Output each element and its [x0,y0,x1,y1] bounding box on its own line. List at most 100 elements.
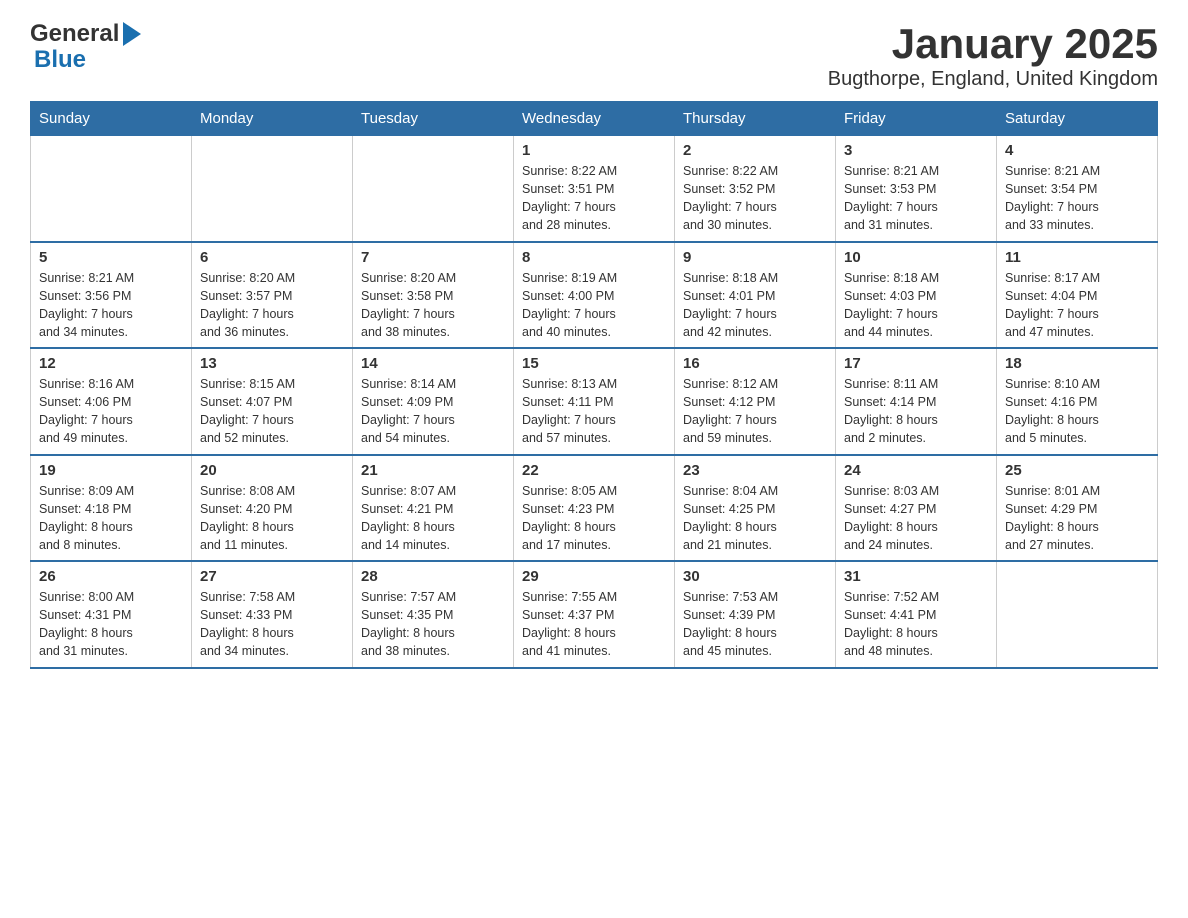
day-info: Sunrise: 8:08 AM Sunset: 4:20 PM Dayligh… [200,482,344,555]
day-number: 22 [522,462,666,479]
day-info: Sunrise: 8:10 AM Sunset: 4:16 PM Dayligh… [1005,375,1149,448]
day-info: Sunrise: 8:20 AM Sunset: 3:57 PM Dayligh… [200,269,344,342]
calendar-cell: 3 Sunrise: 8:21 AM Sunset: 3:53 PM Daylig… [836,136,997,242]
calendar-cell: 18Sunrise: 8:10 AM Sunset: 4:16 PM Dayli… [997,348,1158,455]
calendar-cell: 29Sunrise: 7:55 AM Sunset: 4:37 PM Dayli… [514,561,675,668]
day-info: Sunrise: 8:14 AM Sunset: 4:09 PM Dayligh… [361,375,505,448]
logo-arrow-icon [123,22,141,46]
day-info: Sunrise: 8:11 AM Sunset: 4:14 PM Dayligh… [844,375,988,448]
day-info: Sunrise: 8:21 AM Sunset: 3:56 PM Dayligh… [39,269,183,342]
day-info: Sunrise: 8:15 AM Sunset: 4:07 PM Dayligh… [200,375,344,448]
calendar-cell: 15 Sunrise: 8:13 AM Sunset: 4:11 PM Dayli… [514,348,675,455]
calendar-cell: 11Sunrise: 8:17 AM Sunset: 4:04 PM Dayli… [997,242,1158,349]
day-number: 15 [522,355,666,372]
calendar-cell: 30 Sunrise: 7:53 AM Sunset: 4:39 PM Dayli… [675,561,836,668]
day-number: 5 [39,249,183,266]
week-row-1: 1 Sunrise: 8:22 AM Sunset: 3:51 PM Daylig… [31,136,1158,242]
day-number: 30 [683,568,827,585]
day-header-monday: Monday [192,102,353,136]
day-info: Sunrise: 7:55 AM Sunset: 4:37 PM Dayligh… [522,588,666,661]
day-info: Sunrise: 8:22 AM Sunset: 3:52 PM Dayligh… [683,162,827,235]
calendar-cell: 1 Sunrise: 8:22 AM Sunset: 3:51 PM Daylig… [514,136,675,242]
day-info: Sunrise: 8:21 AM Sunset: 3:53 PM Dayligh… [844,162,988,235]
day-info: Sunrise: 8:21 AM Sunset: 3:54 PM Dayligh… [1005,162,1149,235]
calendar-cell [353,136,514,242]
page-title: January 2025 [828,20,1158,68]
day-number: 12 [39,355,183,372]
day-number: 9 [683,249,827,266]
day-number: 13 [200,355,344,372]
day-number: 6 [200,249,344,266]
day-header-tuesday: Tuesday [353,102,514,136]
calendar-cell: 28 Sunrise: 7:57 AM Sunset: 4:35 PM Dayli… [353,561,514,668]
day-info: Sunrise: 8:19 AM Sunset: 4:00 PM Dayligh… [522,269,666,342]
day-number: 24 [844,462,988,479]
day-number: 17 [844,355,988,372]
day-info: Sunrise: 8:03 AM Sunset: 4:27 PM Dayligh… [844,482,988,555]
calendar-table: SundayMondayTuesdayWednesdayThursdayFrid… [30,101,1158,669]
day-number: 4 [1005,142,1149,159]
day-header-saturday: Saturday [997,102,1158,136]
calendar-cell: 13 Sunrise: 8:15 AM Sunset: 4:07 PM Dayli… [192,348,353,455]
calendar-cell: 5 Sunrise: 8:21 AM Sunset: 3:56 PM Daylig… [31,242,192,349]
day-info: Sunrise: 8:16 AM Sunset: 4:06 PM Dayligh… [39,375,183,448]
day-number: 26 [39,568,183,585]
calendar-cell [997,561,1158,668]
day-info: Sunrise: 8:13 AM Sunset: 4:11 PM Dayligh… [522,375,666,448]
day-header-wednesday: Wednesday [514,102,675,136]
calendar-cell: 7 Sunrise: 8:20 AM Sunset: 3:58 PM Daylig… [353,242,514,349]
day-info: Sunrise: 8:18 AM Sunset: 4:03 PM Dayligh… [844,269,988,342]
day-info: Sunrise: 7:58 AM Sunset: 4:33 PM Dayligh… [200,588,344,661]
page-header: General Blue January 2025 Bugthorpe, Eng… [30,20,1158,91]
day-info: Sunrise: 7:57 AM Sunset: 4:35 PM Dayligh… [361,588,505,661]
day-number: 14 [361,355,505,372]
calendar-cell: 27 Sunrise: 7:58 AM Sunset: 4:33 PM Dayli… [192,561,353,668]
day-number: 7 [361,249,505,266]
day-info: Sunrise: 8:17 AM Sunset: 4:04 PM Dayligh… [1005,269,1149,342]
day-number: 21 [361,462,505,479]
day-info: Sunrise: 8:01 AM Sunset: 4:29 PM Dayligh… [1005,482,1149,555]
calendar-cell: 9Sunrise: 8:18 AM Sunset: 4:01 PM Daylig… [675,242,836,349]
calendar-cell: 21 Sunrise: 8:07 AM Sunset: 4:21 PM Dayli… [353,455,514,562]
day-info: Sunrise: 8:20 AM Sunset: 3:58 PM Dayligh… [361,269,505,342]
page-subtitle: Bugthorpe, England, United Kingdom [828,68,1158,91]
logo: General Blue [30,20,141,74]
calendar-cell: 22Sunrise: 8:05 AM Sunset: 4:23 PM Dayli… [514,455,675,562]
day-number: 23 [683,462,827,479]
calendar-cell: 17 Sunrise: 8:11 AM Sunset: 4:14 PM Dayli… [836,348,997,455]
week-row-5: 26 Sunrise: 8:00 AM Sunset: 4:31 PM Dayli… [31,561,1158,668]
day-info: Sunrise: 8:12 AM Sunset: 4:12 PM Dayligh… [683,375,827,448]
day-number: 1 [522,142,666,159]
day-info: Sunrise: 8:00 AM Sunset: 4:31 PM Dayligh… [39,588,183,661]
day-number: 10 [844,249,988,266]
calendar-cell: 31 Sunrise: 7:52 AM Sunset: 4:41 PM Dayli… [836,561,997,668]
calendar-cell: 12 Sunrise: 8:16 AM Sunset: 4:06 PM Dayli… [31,348,192,455]
day-info: Sunrise: 8:04 AM Sunset: 4:25 PM Dayligh… [683,482,827,555]
day-info: Sunrise: 7:52 AM Sunset: 4:41 PM Dayligh… [844,588,988,661]
day-info: Sunrise: 8:07 AM Sunset: 4:21 PM Dayligh… [361,482,505,555]
day-number: 8 [522,249,666,266]
title-area: January 2025 Bugthorpe, England, United … [828,20,1158,91]
week-row-4: 19Sunrise: 8:09 AM Sunset: 4:18 PM Dayli… [31,455,1158,562]
day-info: Sunrise: 8:09 AM Sunset: 4:18 PM Dayligh… [39,482,183,555]
calendar-cell: 24 Sunrise: 8:03 AM Sunset: 4:27 PM Dayli… [836,455,997,562]
calendar-cell [31,136,192,242]
day-info: Sunrise: 8:22 AM Sunset: 3:51 PM Dayligh… [522,162,666,235]
calendar-cell: 8 Sunrise: 8:19 AM Sunset: 4:00 PM Daylig… [514,242,675,349]
day-number: 2 [683,142,827,159]
calendar-cell: 2 Sunrise: 8:22 AM Sunset: 3:52 PM Daylig… [675,136,836,242]
calendar-cell: 14 Sunrise: 8:14 AM Sunset: 4:09 PM Dayli… [353,348,514,455]
day-number: 3 [844,142,988,159]
calendar-cell: 26 Sunrise: 8:00 AM Sunset: 4:31 PM Dayli… [31,561,192,668]
logo-general-text: General [30,20,119,48]
day-number: 27 [200,568,344,585]
day-number: 25 [1005,462,1149,479]
day-info: Sunrise: 7:53 AM Sunset: 4:39 PM Dayligh… [683,588,827,661]
day-number: 28 [361,568,505,585]
logo-blue-text: Blue [34,46,86,74]
calendar-header-row: SundayMondayTuesdayWednesdayThursdayFrid… [31,102,1158,136]
calendar-cell: 6 Sunrise: 8:20 AM Sunset: 3:57 PM Daylig… [192,242,353,349]
day-number: 31 [844,568,988,585]
day-header-friday: Friday [836,102,997,136]
week-row-3: 12 Sunrise: 8:16 AM Sunset: 4:06 PM Dayli… [31,348,1158,455]
